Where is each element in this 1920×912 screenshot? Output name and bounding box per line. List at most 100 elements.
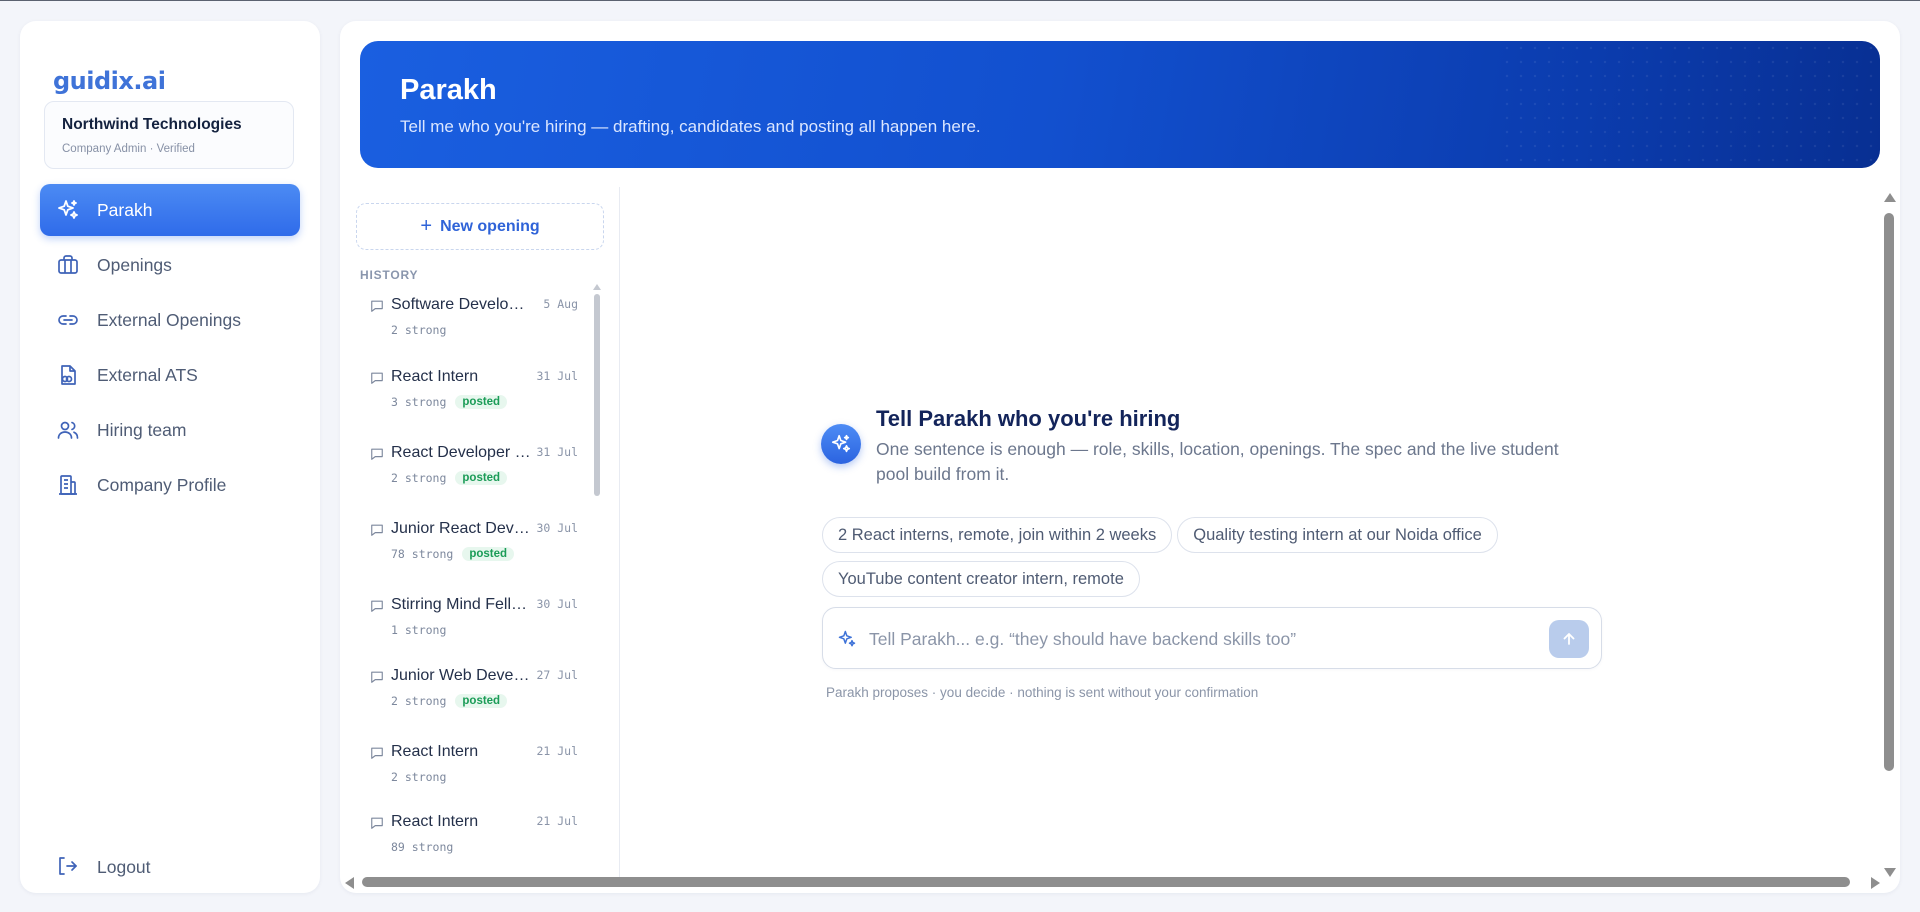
send-button[interactable] bbox=[1549, 620, 1589, 658]
chat-icon bbox=[371, 817, 383, 829]
sidebar-item-openings[interactable]: Openings bbox=[40, 239, 300, 291]
logout-label: Logout bbox=[97, 856, 151, 877]
scrollbar-thumb[interactable] bbox=[362, 877, 1850, 887]
sidebar-item-label: Hiring team bbox=[97, 419, 187, 440]
link-icon bbox=[55, 307, 81, 333]
building-icon bbox=[55, 472, 81, 498]
suggestion-chip[interactable]: Quality testing intern at our Noida offi… bbox=[1177, 517, 1498, 553]
history-item[interactable]: Junior Web Developer 27 Jul 2 strong pos… bbox=[360, 658, 600, 734]
sidebar-nav: Parakh Openings External Openings Extern… bbox=[40, 184, 300, 514]
history-panel: + New opening HISTORY Software Developme… bbox=[340, 187, 620, 877]
briefcase-icon bbox=[55, 252, 81, 278]
sidebar-item-label: Company Profile bbox=[97, 474, 227, 495]
sidebar-item-external-ats[interactable]: External ATS bbox=[40, 349, 300, 401]
history-item[interactable]: Junior React Developer 30 Jul 78 strong … bbox=[360, 511, 600, 587]
history-item-title: React Intern bbox=[391, 743, 479, 760]
history-item-date: 31 Jul bbox=[536, 369, 578, 383]
history-item[interactable]: React Intern 31 Jul 3 strong posted bbox=[360, 359, 600, 435]
history-item-strong-count: 3 strong bbox=[391, 395, 447, 409]
new-opening-button[interactable]: + New opening bbox=[356, 203, 604, 250]
company-card[interactable]: Northwind Technologies Company Admin · V… bbox=[44, 101, 294, 169]
posted-badge: posted bbox=[455, 395, 508, 409]
users-icon bbox=[55, 417, 81, 443]
chat-icon bbox=[371, 747, 383, 759]
history-item[interactable]: Stirring Mind Fellowship 30 Jul 1 strong bbox=[360, 587, 600, 658]
history-item-strong-count: 1 strong bbox=[391, 623, 447, 637]
history-item-date: 30 Jul bbox=[536, 521, 578, 535]
sidebar-item-company-profile[interactable]: Company Profile bbox=[40, 459, 300, 511]
suggestion-chip[interactable]: 2 React interns, remote, join within 2 w… bbox=[822, 517, 1173, 553]
prompt-input-container bbox=[822, 607, 1602, 669]
posted-badge: posted bbox=[455, 471, 508, 485]
company-meta: Company Admin · Verified bbox=[62, 143, 195, 155]
posted-badge: posted bbox=[462, 547, 515, 561]
sidebar-item-hiring-team[interactable]: Hiring team bbox=[40, 404, 300, 456]
history-item-title: Software Development Intern bbox=[391, 296, 531, 313]
window-top-border bbox=[0, 0, 1920, 1]
plus-icon: + bbox=[420, 215, 433, 237]
hero-banner: Parakh Tell me who you're hiring — draft… bbox=[360, 41, 1880, 168]
sidebar-item-parakh[interactable]: Parakh bbox=[40, 184, 300, 236]
history-item-title: Junior Web Developer bbox=[391, 667, 531, 684]
main-horizontal-scrollbar[interactable] bbox=[340, 875, 1880, 889]
history-item-date: 5 Aug bbox=[543, 297, 578, 311]
history-item[interactable]: React Intern 21 Jul 89 strong bbox=[360, 804, 600, 874]
history-heading: HISTORY bbox=[360, 268, 419, 282]
new-opening-label: New opening bbox=[440, 217, 540, 235]
scroll-down-arrow[interactable] bbox=[1884, 868, 1896, 877]
suggestion-chips: 2 React interns, remote, join within 2 w… bbox=[822, 517, 1582, 605]
history-item-strong-count: 2 strong bbox=[391, 694, 447, 708]
history-list: Software Development Intern 5 Aug 2 stro… bbox=[360, 287, 600, 874]
document-link-icon bbox=[55, 362, 81, 388]
scroll-up-arrow[interactable] bbox=[593, 284, 601, 290]
sparkle-icon bbox=[55, 197, 81, 223]
history-item-strong-count: 89 strong bbox=[391, 840, 454, 854]
sidebar-item-label: Parakh bbox=[97, 199, 153, 220]
history-item-title: React Developer Intern bbox=[391, 444, 531, 461]
history-item[interactable]: React Developer Intern 31 Jul 2 strong p… bbox=[360, 435, 600, 511]
intro-subtitle: One sentence is enough — role, skills, l… bbox=[876, 439, 1559, 484]
history-item-date: 21 Jul bbox=[536, 814, 578, 828]
scrollbar-thumb[interactable] bbox=[1884, 213, 1894, 771]
scroll-right-arrow[interactable] bbox=[1871, 877, 1880, 889]
history-item[interactable]: Software Development Intern 5 Aug 2 stro… bbox=[360, 287, 600, 359]
history-item-strong-count: 2 strong bbox=[391, 323, 447, 337]
chat-icon bbox=[371, 300, 383, 312]
sidebar-item-label: Openings bbox=[97, 254, 172, 275]
history-item-date: 31 Jul bbox=[536, 445, 578, 459]
scroll-up-arrow[interactable] bbox=[1884, 193, 1896, 202]
intro-title: Tell Parakh who you're hiring bbox=[876, 406, 1181, 431]
history-item-title: Junior React Developer bbox=[391, 520, 531, 537]
history-item-strong-count: 2 strong bbox=[391, 770, 447, 784]
hero-dot-pattern bbox=[1500, 41, 1880, 168]
history-scrollbar[interactable] bbox=[593, 284, 601, 496]
chat-icon bbox=[371, 671, 383, 683]
sparkle-icon bbox=[821, 424, 861, 464]
main-panel: Parakh Tell me who you're hiring — draft… bbox=[340, 21, 1900, 893]
history-item-title: React Intern bbox=[391, 368, 479, 385]
prompt-input[interactable] bbox=[867, 622, 1527, 656]
logout-button[interactable]: Logout bbox=[40, 843, 300, 891]
history-item[interactable]: React Intern 21 Jul 2 strong bbox=[360, 734, 600, 804]
history-item-date: 21 Jul bbox=[536, 744, 578, 758]
brand-logo[interactable]: guidix.ai bbox=[53, 67, 166, 95]
scroll-left-arrow[interactable] bbox=[345, 877, 354, 889]
sparkle-icon bbox=[838, 630, 856, 647]
chat-icon bbox=[371, 600, 383, 612]
chat-panel: Tell Parakh who you're hiring One senten… bbox=[620, 187, 1860, 877]
disclaimer-text: Parakh proposes · you decide · nothing i… bbox=[826, 685, 1259, 700]
history-item-strong-count: 2 strong bbox=[391, 471, 447, 485]
history-item-date: 30 Jul bbox=[536, 597, 578, 611]
chat-icon bbox=[371, 372, 383, 384]
history-item-date: 27 Jul bbox=[536, 668, 578, 682]
sidebar: guidix.ai Northwind Technologies Company… bbox=[20, 21, 320, 893]
arrow-up-icon bbox=[1563, 633, 1575, 645]
chat-icon bbox=[371, 448, 383, 460]
suggestion-chip[interactable]: YouTube content creator intern, remote bbox=[822, 561, 1140, 597]
history-item-title: React Intern bbox=[391, 813, 479, 830]
sidebar-item-external-openings[interactable]: External Openings bbox=[40, 294, 300, 346]
scrollbar-thumb[interactable] bbox=[594, 294, 600, 496]
logout-icon bbox=[55, 854, 81, 880]
main-vertical-scrollbar[interactable] bbox=[1882, 193, 1896, 877]
page-title: Parakh bbox=[400, 74, 497, 106]
